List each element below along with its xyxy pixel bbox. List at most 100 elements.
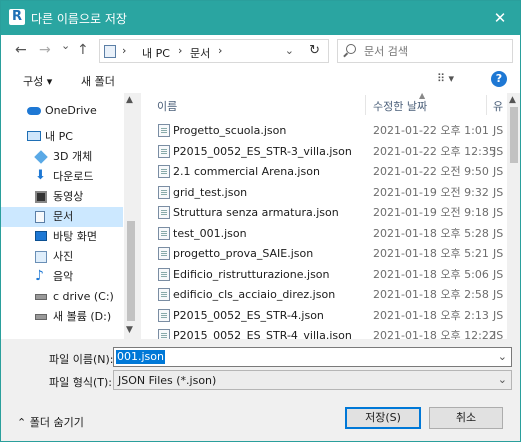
breadcrumb-pc[interactable]: 내 PC [142, 45, 170, 61]
file-row[interactable]: P2015_0052_ES_STR-3_villa.json 2021-01-22… [141, 142, 507, 161]
file-row[interactable]: Struttura senza armatura.json 2021-01-19 … [141, 203, 507, 222]
file-date: 2021-01-22 오후 12:35 [373, 144, 496, 158]
drive-icon [35, 294, 47, 300]
sidebar-item-d-drive[interactable]: 새 볼륨 (D:) [1, 307, 123, 327]
chevron-right-icon[interactable]: › [218, 44, 222, 57]
filename-value[interactable]: 001.json [116, 350, 165, 364]
address-bar[interactable]: › 내 PC › 문서 › ⌄ ↻ [99, 39, 329, 63]
file-row[interactable]: edificio_cls_acciaio_direz.json 2021-01-1… [141, 285, 507, 304]
chevron-right-icon[interactable]: › [122, 44, 126, 57]
file-row[interactable]: P2015_0052_ES_STR-4.json 2021-01-18 오후 2:… [141, 306, 507, 325]
filetype-select[interactable]: JSON Files (*.json) ⌄ [113, 370, 512, 390]
file-row[interactable]: 2.1 commercial Arena.json 2021-01-22 오전 9… [141, 162, 507, 181]
search-box[interactable] [337, 39, 513, 63]
json-file-icon [158, 165, 170, 178]
file-name: P2015_0052_ES_STR-4.json [173, 308, 324, 322]
json-file-icon [158, 308, 170, 322]
sidebar-scrollbar[interactable]: ▲ ▼ [124, 93, 137, 339]
close-button[interactable]: ✕ [480, 1, 520, 35]
column-header-date[interactable]: 수정한 날짜 [373, 98, 427, 114]
filename-field[interactable]: 001.json ⌄ [113, 347, 512, 367]
column-divider[interactable] [365, 95, 366, 115]
forward-arrow-icon[interactable]: → [39, 42, 51, 58]
sidebar-item-label: OneDrive [45, 104, 97, 117]
search-input[interactable] [364, 43, 504, 59]
sidebar-item-c-drive[interactable]: c drive (C:) [1, 287, 123, 307]
refresh-icon[interactable]: ↻ [309, 43, 320, 58]
file-row[interactable]: progetto_prova_SAIE.json 2021-01-18 오후 5:… [141, 244, 507, 263]
file-name: Struttura senza armatura.json [173, 206, 339, 219]
sidebar-item-videos[interactable]: 동영상 [1, 187, 123, 207]
document-icon [35, 211, 45, 223]
file-type: JS [493, 308, 504, 322]
file-date: 2021-01-19 오전 9:18 [373, 206, 489, 219]
column-header-name[interactable]: 이름 [157, 98, 177, 114]
sidebar-item-onedrive[interactable]: OneDrive [1, 101, 123, 121]
command-bar: 구성 ▾ 새 폴더 ⠿ ▾ ? [1, 67, 520, 93]
desktop-icon [35, 231, 47, 241]
file-row[interactable]: test_001.json 2021-01-18 오후 5:28 JS [141, 224, 507, 243]
file-type: JS [493, 226, 504, 240]
sidebar-item-desktop[interactable]: 바탕 화면 [1, 227, 123, 247]
json-file-icon [158, 185, 170, 199]
file-name: Edificio_ristrutturazione.json [173, 267, 330, 281]
file-row[interactable]: P2015_0052_ES_STR-4_villa.json 2021-01-18… [141, 326, 507, 339]
column-header-type[interactable]: 유 [493, 98, 503, 114]
breadcrumb-documents[interactable]: 문서 [190, 45, 210, 61]
sidebar-item-label: c drive (C:) [53, 290, 114, 303]
up-folder-icon[interactable]: ↑ [77, 42, 89, 58]
back-arrow-icon[interactable]: ← [15, 42, 27, 58]
video-icon [35, 191, 47, 203]
help-icon[interactable]: ? [491, 71, 507, 87]
sidebar-item-label: 내 PC [45, 130, 73, 143]
chevron-down-icon[interactable]: ⌄ [285, 44, 294, 57]
navigation-bar: ← → ⌄ ↑ › 내 PC › 문서 › ⌄ ↻ [1, 35, 520, 67]
sidebar-item-label: 동영상 [53, 190, 84, 203]
scroll-down-icon[interactable]: ▼ [126, 325, 133, 335]
new-folder-button[interactable]: 새 폴더 [81, 73, 115, 89]
recent-locations-icon[interactable]: ⌄ [61, 39, 70, 52]
sidebar-item-3d-objects[interactable]: 3D 개체 [1, 147, 123, 167]
scrollbar-thumb[interactable] [510, 107, 518, 163]
chevron-down-icon[interactable]: ⌄ [498, 373, 507, 386]
file-type: JS [493, 206, 504, 219]
file-name: progetto_prova_SAIE.json [173, 247, 314, 260]
organize-button[interactable]: 구성 ▾ [23, 73, 52, 89]
file-date: 2021-01-22 오후 1:01 [373, 124, 489, 137]
scroll-up-icon[interactable]: ▲ [126, 95, 133, 105]
chevron-right-icon[interactable]: › [178, 44, 182, 57]
navigation-pane: OneDrive 내 PC 3D 개체 ⬇ 다운로드 동영상 문서 바탕 화면 [1, 93, 137, 339]
file-row[interactable]: Progetto_scuola.json 2021-01-22 오후 1:01 JS [141, 121, 507, 140]
sidebar-item-label: 3D 개체 [53, 150, 93, 163]
json-file-icon [158, 329, 170, 339]
sidebar-item-documents[interactable]: 문서 [1, 207, 123, 227]
cancel-button[interactable]: 취소 [429, 407, 503, 429]
save-form: 파일 이름(N): 001.json ⌄ 파일 형식(T): JSON File… [1, 339, 520, 441]
pc-icon [104, 45, 116, 58]
sidebar-item-this-pc[interactable]: 내 PC [1, 127, 123, 147]
file-list-scrollbar[interactable]: ▲ [507, 93, 520, 339]
sidebar-item-pictures[interactable]: 사진 [1, 247, 123, 267]
sidebar-item-downloads[interactable]: ⬇ 다운로드 [1, 167, 123, 187]
file-type: JS [493, 124, 504, 137]
dialog-title: 다른 이름으로 저장 [31, 12, 127, 26]
sidebar-item-music[interactable]: ♪ 음악 [1, 267, 123, 287]
column-divider[interactable] [486, 95, 487, 115]
file-date: 2021-01-18 오후 5:21 [373, 247, 489, 260]
download-icon: ⬇ [35, 168, 46, 183]
sidebar-item-label: 문서 [53, 210, 74, 223]
file-row[interactable]: grid_test.json 2021-01-19 오전 9:32 JS [141, 183, 507, 202]
file-type: JS [493, 185, 504, 199]
hide-folders-button[interactable]: ⌃ 폴더 숨기기 [17, 414, 84, 430]
filetype-value: JSON Files (*.json) [118, 374, 217, 387]
filetype-label: 파일 형식(T): [49, 376, 112, 389]
scrollbar-thumb[interactable] [127, 221, 135, 321]
chevron-down-icon[interactable]: ⌄ [498, 350, 507, 363]
scroll-up-icon[interactable]: ▲ [509, 95, 516, 105]
search-icon [346, 44, 356, 54]
save-button[interactable]: 저장(S) [345, 407, 421, 429]
view-options-icon[interactable]: ⠿ ▾ [437, 72, 454, 85]
drive-icon [35, 314, 47, 320]
onedrive-icon [27, 107, 41, 115]
file-row[interactable]: Edificio_ristrutturazione.json 2021-01-18… [141, 265, 507, 284]
